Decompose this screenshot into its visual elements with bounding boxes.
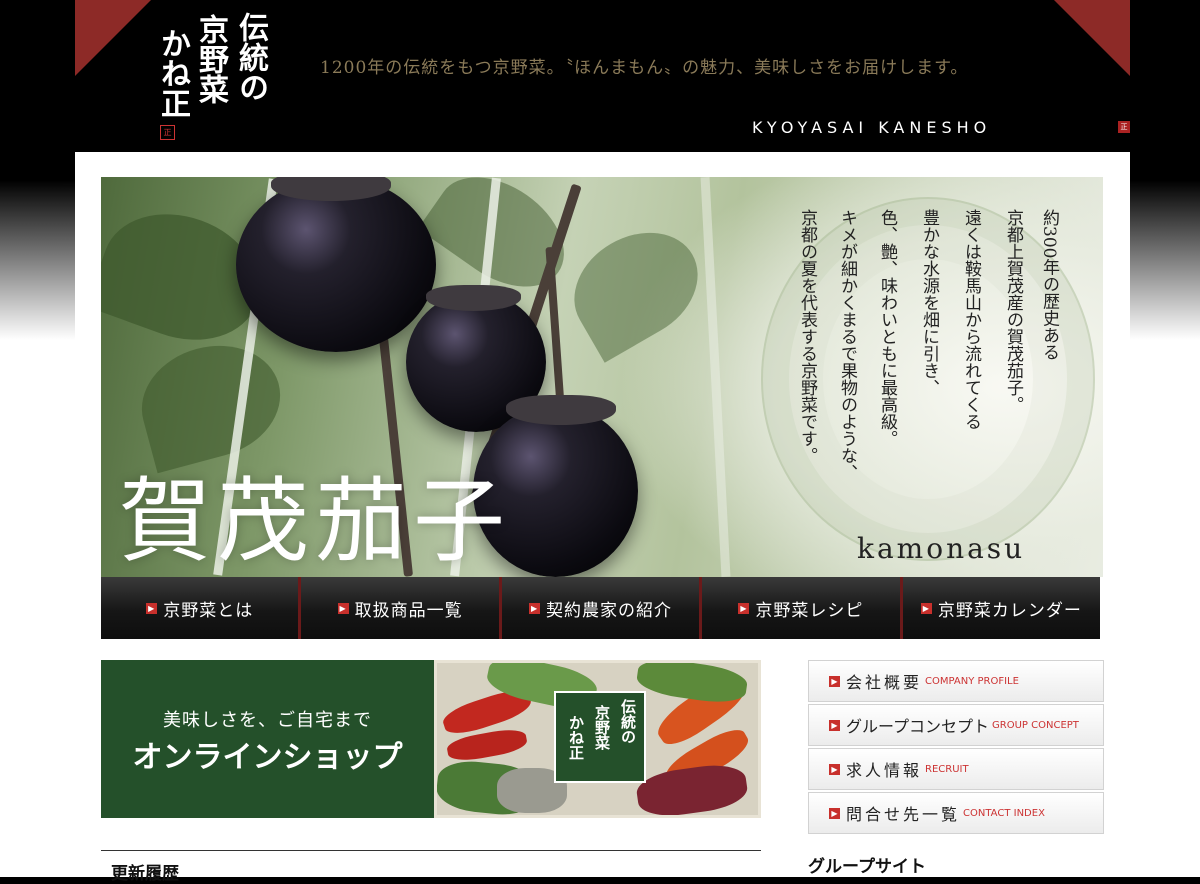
- eggplant-calyx: [506, 395, 616, 425]
- side-item-label: グループコンセプト: [846, 717, 990, 736]
- header-tagline: 1200年の伝統をもつ京野菜。〝ほんまもん〟の魅力、美味しさをお届けします。: [320, 58, 969, 78]
- shop-banner-title: オンラインショップ: [132, 740, 403, 775]
- plant-stem: [545, 246, 565, 408]
- group-sites-heading: グループサイト: [808, 857, 926, 877]
- brand-name-en: KYOYASAI KANESHO: [752, 118, 992, 137]
- sweet-potato-image: [634, 760, 750, 815]
- nav-item-products[interactable]: ▶ 取扱商品一覧: [301, 577, 502, 639]
- side-menu: ▶ 会社概要 COMPANY PROFILE ▶ グループコンセプト GROUP…: [808, 660, 1104, 836]
- arrow-right-icon: ▶: [337, 602, 349, 614]
- site-header: 伝統の 京野菜 かね正 正 1200年の伝統をもつ京野菜。〝ほんまもん〟の魅力、…: [0, 0, 1200, 152]
- side-item-label: 会社概要: [846, 673, 923, 692]
- logo-seal-icon: 正: [160, 125, 175, 140]
- hero-banner: 約300年の歴史ある 京都上賀茂産の賀茂茄子。 遠くは鞍馬山から流れてくる 豊か…: [101, 177, 1103, 577]
- shop-logo-line-3: かね正: [567, 715, 585, 760]
- shop-logo-line-1: 伝統の: [619, 699, 637, 744]
- nav-item-label: 京野菜レシピ: [755, 600, 864, 621]
- news-heading: 更新履歴: [111, 864, 179, 884]
- leaf-shape: [554, 211, 718, 363]
- arrow-right-icon: ▶: [529, 602, 541, 614]
- nav-item-recipes[interactable]: ▶ 京野菜レシピ: [702, 577, 903, 639]
- nav-item-about[interactable]: ▶ 京野菜とは: [101, 577, 302, 639]
- nav-item-label: 京野菜とは: [163, 600, 254, 621]
- logo-line-1: 伝統の: [233, 12, 268, 102]
- nav-item-label: 取扱商品一覧: [354, 600, 463, 621]
- nav-item-calendar[interactable]: ▶ 京野菜カレンダー: [902, 577, 1101, 639]
- arrow-right-icon: ▶: [920, 602, 932, 614]
- hero-desc-line-7: 京都の夏を代表する京野菜です。: [797, 209, 817, 464]
- header-corner-right: [1054, 0, 1130, 76]
- bamboo-stake: [700, 177, 731, 577]
- arrow-right-icon: ▶: [829, 807, 840, 819]
- nav-item-farmers[interactable]: ▶ 契約農家の紹介: [501, 577, 703, 639]
- nav-item-label: 京野菜カレンダー: [937, 600, 1082, 621]
- side-item-label-en: COMPANY PROFILE: [925, 675, 1019, 687]
- arrow-right-icon: ▶: [829, 675, 840, 687]
- arrow-right-icon: ▶: [829, 719, 840, 731]
- logo-line-3: かね正: [155, 28, 190, 118]
- news-section: 更新履歴: [101, 850, 761, 884]
- arrow-right-icon: ▶: [829, 763, 840, 775]
- shop-logo-line-2: 京野菜: [593, 705, 611, 750]
- arrow-right-icon: ▶: [738, 602, 750, 614]
- online-shop-banner[interactable]: 美味しさを、ご自宅まで オンラインショップ 伝統の 京野菜 かね正: [101, 660, 761, 818]
- hero-desc-line-3: 遠くは鞍馬山から流れてくる: [961, 209, 981, 430]
- side-item-label-en: CONTACT INDEX: [963, 807, 1045, 819]
- side-item-label: 問合せ先一覧: [846, 805, 961, 824]
- shop-banner-photo: 伝統の 京野菜 かね正: [434, 660, 761, 818]
- side-item-recruit[interactable]: ▶ 求人情報 RECRUIT: [808, 748, 1104, 790]
- arrow-right-icon: ▶: [146, 602, 158, 614]
- hero-desc-line-6: キメが細かくまるで果物のような、: [837, 209, 857, 481]
- hero-desc-line-5: 色、艶、味わいともに最高級。: [877, 209, 897, 447]
- hero-desc-line-1: 約300年の歴史ある: [1039, 209, 1059, 361]
- eggplant-image: [236, 177, 436, 352]
- side-item-contact-index[interactable]: ▶ 問合せ先一覧 CONTACT INDEX: [808, 792, 1104, 834]
- side-item-company-profile[interactable]: ▶ 会社概要 COMPANY PROFILE: [808, 660, 1104, 702]
- side-item-group-concept[interactable]: ▶ グループコンセプト GROUP CONCEPT: [808, 704, 1104, 746]
- shop-banner-text-panel: 美味しさを、ご自宅まで オンラインショップ: [101, 660, 434, 818]
- nav-item-label: 契約農家の紹介: [546, 600, 673, 621]
- hero-subtitle: kamonasu: [857, 532, 1026, 565]
- hero-desc-line-4: 豊かな水源を畑に引き、: [919, 209, 939, 396]
- shop-logo-badge: 伝統の 京野菜 かね正: [554, 691, 646, 783]
- logo-line-2: 京野菜: [193, 14, 228, 104]
- main-nav: ▶ 京野菜とは ▶ 取扱商品一覧 ▶ 契約農家の紹介 ▶ 京野菜レシピ ▶ 京野菜カレンダ…: [101, 577, 1101, 639]
- header-corner-left: [75, 0, 151, 76]
- brand-seal-icon: 正: [1118, 121, 1130, 133]
- shop-banner-tagline: 美味しさを、ご自宅まで: [163, 710, 372, 731]
- hero-desc-line-2: 京都上賀茂産の賀茂茄子。: [1003, 209, 1023, 413]
- side-item-label: 求人情報: [846, 761, 923, 780]
- side-item-label-en: GROUP CONCEPT: [992, 719, 1079, 731]
- hero-title: 賀茂茄子: [119, 468, 512, 575]
- eggplant-calyx: [426, 285, 521, 311]
- side-item-label-en: RECRUIT: [925, 763, 969, 775]
